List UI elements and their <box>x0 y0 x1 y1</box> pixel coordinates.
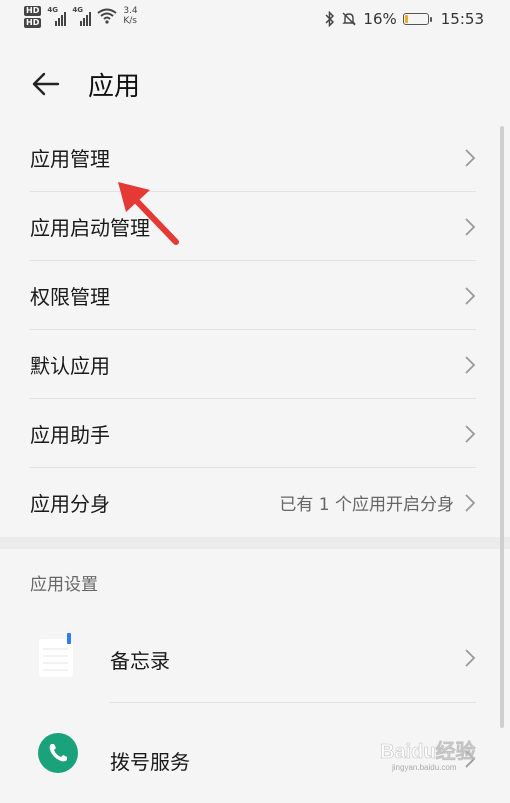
scrollbar[interactable] <box>500 126 504 728</box>
battery-icon <box>402 13 432 25</box>
hd-badge: HD <box>24 6 42 16</box>
chevron-right-icon <box>465 355 476 374</box>
chevron-right-icon <box>465 148 476 167</box>
network-speed: 3.4 K/s <box>123 6 137 26</box>
annotation-arrow-icon <box>118 182 179 245</box>
network-type: 4G <box>72 6 83 14</box>
status-bar: HD HD 4G 4G 3.4 K/s 16% 15:53 <box>0 0 510 40</box>
divider <box>110 702 476 703</box>
menu-item-label: 应用管理 <box>30 147 110 171</box>
page-title: 应用 <box>88 72 141 102</box>
menu-item-permissions[interactable]: 权限管理 <box>0 261 510 330</box>
svg-text:jingyan.baidu.com: jingyan.baidu.com <box>391 763 457 772</box>
speed-unit: K/s <box>123 16 137 26</box>
chevron-right-icon <box>465 217 476 236</box>
hd-badge: HD <box>24 18 42 28</box>
chevron-right-icon <box>465 493 476 512</box>
menu-item-app-assistant[interactable]: 应用助手 <box>0 399 510 468</box>
menu-item-app-launch[interactable]: 应用启动管理 <box>0 192 510 261</box>
battery-percent: 16% <box>363 10 397 28</box>
mute-bell-icon <box>342 12 357 26</box>
app-row-memo[interactable]: 备忘录 <box>0 613 510 703</box>
chevron-right-icon <box>465 649 476 667</box>
section-separator <box>0 537 510 549</box>
clock-time: 15:53 <box>440 10 484 28</box>
menu-item-label: 权限管理 <box>30 285 110 309</box>
phone-icon <box>38 733 78 773</box>
app-row-label: 拨号服务 <box>110 750 190 774</box>
memo-icon <box>39 633 73 677</box>
app-row-label: 备忘录 <box>110 649 170 673</box>
battery-fill <box>404 15 408 23</box>
signal-icon: 4G <box>72 6 92 26</box>
menu-item-label: 默认应用 <box>30 354 110 378</box>
menu-item-default-apps[interactable]: 默认应用 <box>0 330 510 399</box>
signal-icon: 4G <box>47 6 67 26</box>
hd-badges: HD HD <box>24 6 42 28</box>
section-title: 应用设置 <box>30 575 98 595</box>
baidu-watermark-logo: Baidu经验 jingyan.baidu.com <box>380 739 476 772</box>
menu-item-label: 应用助手 <box>30 423 110 447</box>
back-arrow-icon[interactable] <box>30 68 62 100</box>
menu-item-label: 应用分身 <box>30 492 110 516</box>
menu-item-app-management[interactable]: 应用管理 <box>0 123 510 192</box>
chevron-right-icon <box>465 424 476 443</box>
svg-text:Baidu经验: Baidu经验 <box>380 739 476 763</box>
network-type: 4G <box>47 6 58 14</box>
chevron-right-icon <box>465 286 476 305</box>
app-menu-list: 应用管理 应用启动管理 权限管理 默认应用 应用助手 应用分身 已有 1 个应用… <box>0 123 510 537</box>
status-bar-right: 16% 15:53 <box>325 10 484 28</box>
app-bar: 应用 <box>0 56 510 112</box>
menu-item-app-twin[interactable]: 应用分身 已有 1 个应用开启分身 <box>0 468 510 537</box>
wifi-icon <box>97 8 117 24</box>
bluetooth-icon <box>325 11 335 27</box>
status-bar-left: HD HD 4G 4G 3.4 K/s <box>24 6 138 28</box>
menu-item-value: 已有 1 个应用开启分身 <box>279 495 454 515</box>
speed-value: 3.4 <box>123 6 138 16</box>
